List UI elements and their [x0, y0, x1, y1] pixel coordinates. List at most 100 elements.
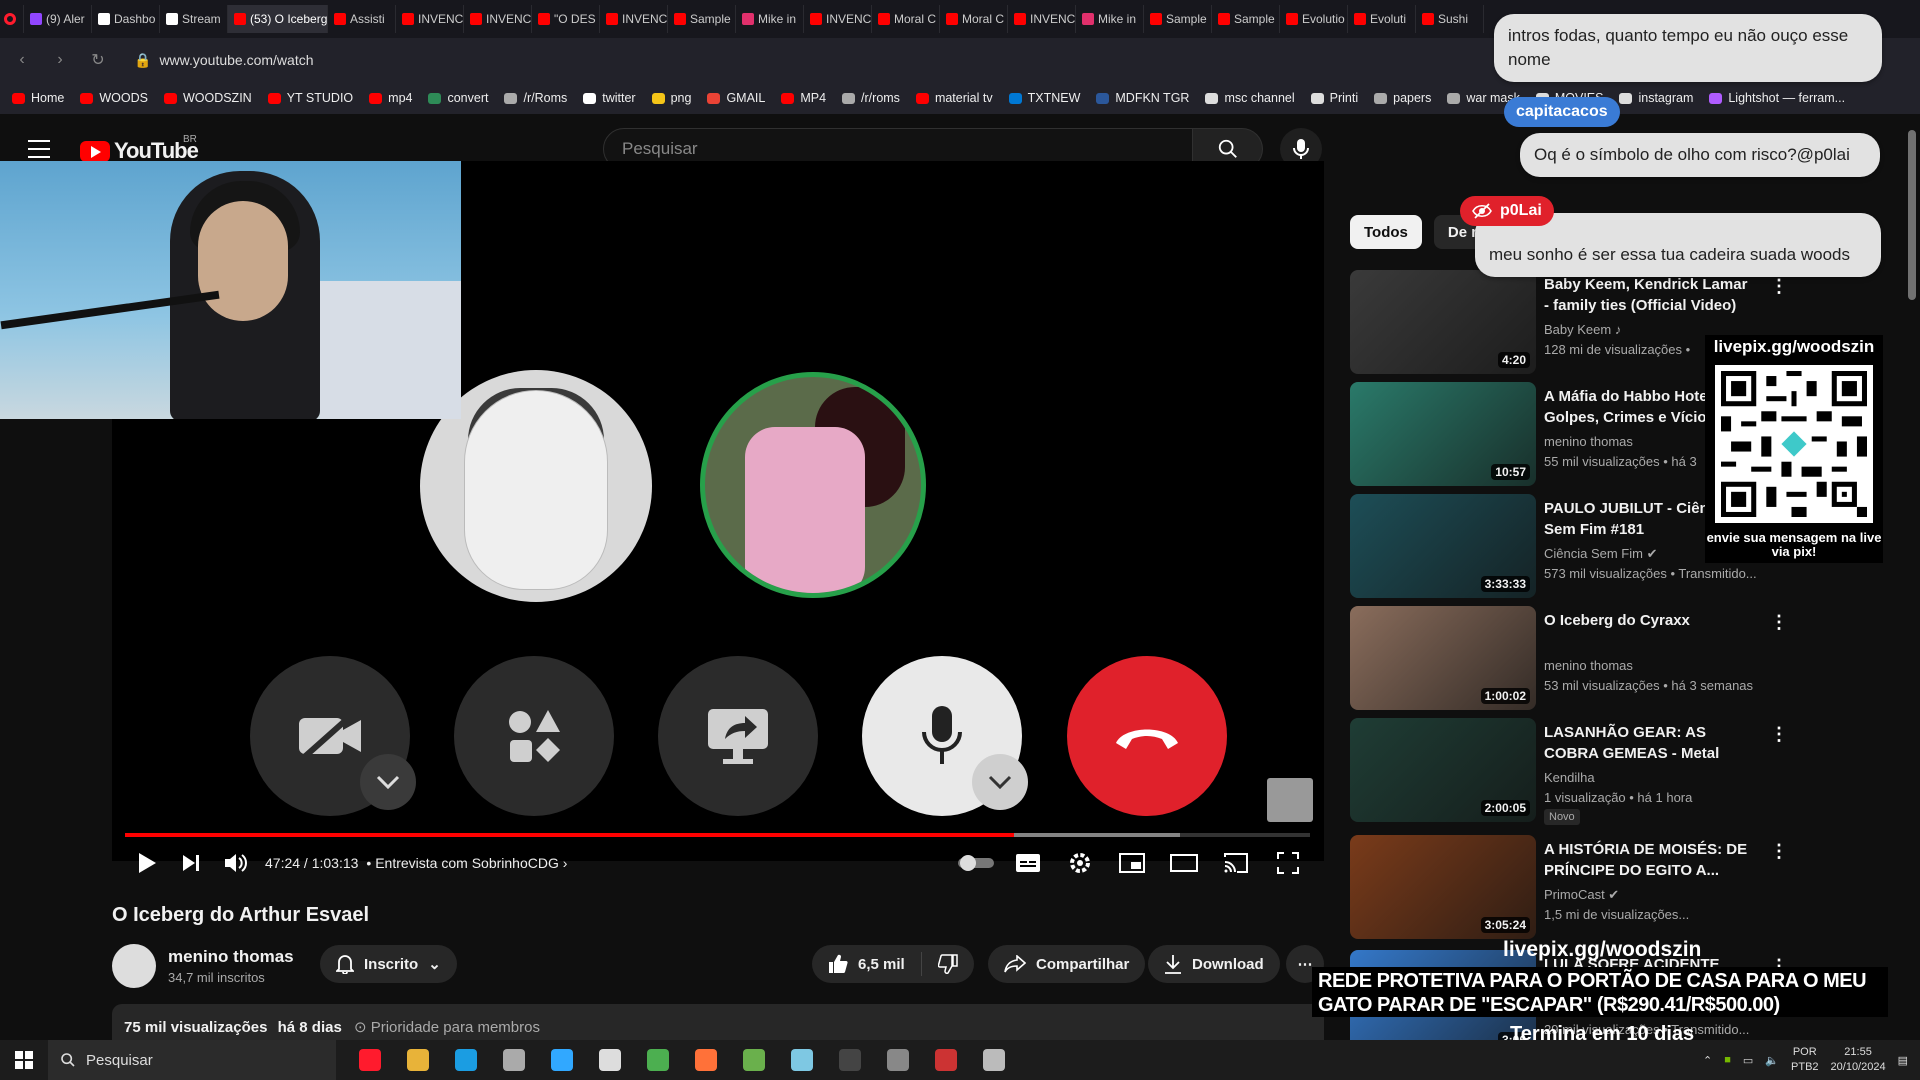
play-button[interactable]: [125, 845, 169, 881]
bookmark-item[interactable]: Home: [12, 91, 64, 105]
browser-tab[interactable]: Mike in: [736, 5, 804, 33]
recommendation-item[interactable]: 1:00:02 O Iceberg do Cyraxx menino thomas 5…: [1350, 606, 1890, 710]
theater-mode-button[interactable]: [1162, 845, 1206, 881]
browser-tab[interactable]: Sample: [668, 5, 736, 33]
start-button[interactable]: [0, 1040, 48, 1080]
bookmark-item[interactable]: papers: [1374, 91, 1431, 105]
taskbar-app-icon[interactable]: [538, 1040, 586, 1080]
next-button[interactable]: [169, 845, 213, 881]
browser-tab[interactable]: Moral C: [940, 5, 1008, 33]
bookmark-item[interactable]: mp4: [369, 91, 412, 105]
fullscreen-button[interactable]: [1266, 845, 1310, 881]
more-options-icon[interactable]: ⋮: [1770, 276, 1788, 297]
taskbar-app-icon[interactable]: [346, 1040, 394, 1080]
download-button[interactable]: Download: [1148, 945, 1280, 983]
video-thumbnail[interactable]: 2:00:05: [1350, 718, 1536, 822]
recommendation-channel[interactable]: PrimoCast ✔: [1544, 887, 1619, 903]
subtitles-button[interactable]: [1006, 845, 1050, 881]
taskbar-app-icon[interactable]: [586, 1040, 634, 1080]
chevron-up-icon[interactable]: ⌃: [1703, 1054, 1712, 1067]
bookmark-item[interactable]: /r/Roms: [504, 91, 567, 105]
recommendation-channel[interactable]: menino thomas: [1544, 434, 1633, 449]
clock[interactable]: 21:55 20/10/2024: [1831, 1045, 1886, 1075]
bookmark-item[interactable]: png: [651, 91, 691, 105]
bookmark-item[interactable]: instagram: [1619, 91, 1693, 105]
bookmark-item[interactable]: MP4: [781, 91, 826, 105]
taskbar-app-icon[interactable]: [874, 1040, 922, 1080]
more-options-icon[interactable]: ⋮: [1770, 724, 1788, 745]
subscribed-button[interactable]: Inscrito ⌄: [320, 945, 457, 983]
bookmark-item[interactable]: WOODS: [80, 91, 148, 105]
video-thumbnail[interactable]: 3:05:24: [1350, 835, 1536, 939]
video-thumbnail[interactable]: 4:20: [1350, 270, 1536, 374]
browser-tab[interactable]: Moral C: [872, 5, 940, 33]
hamburger-menu-icon[interactable]: [28, 140, 50, 158]
taskbar-app-icon[interactable]: [730, 1040, 778, 1080]
recommendation-title[interactable]: Baby Keem, Kendrick Lamar - family ties …: [1544, 274, 1754, 316]
taskbar-app-icon[interactable]: [442, 1040, 490, 1080]
video-thumbnail[interactable]: 1:00:02: [1350, 606, 1536, 710]
browser-tab[interactable]: Sample: [1212, 5, 1280, 33]
bookmark-item[interactable]: Lightshot — ferram...: [1709, 91, 1845, 105]
miniplayer-button[interactable]: [1110, 845, 1154, 881]
video-thumbnail[interactable]: 3:33:33: [1350, 494, 1536, 598]
bookmark-item[interactable]: YT STUDIO: [267, 91, 353, 105]
filter-chip[interactable]: Todos: [1350, 215, 1422, 249]
taskbar-app-icon[interactable]: [490, 1040, 538, 1080]
video-thumbnail[interactable]: 10:57: [1350, 382, 1536, 486]
browser-tab[interactable]: INVENC: [1008, 5, 1076, 33]
browser-tab[interactable]: (53) O Iceberg: [228, 5, 328, 33]
recommendation-title[interactable]: A HISTÓRIA DE MOISÉS: DE PRÍNCIPE DO EGI…: [1544, 839, 1754, 881]
volume-button[interactable]: [213, 845, 257, 881]
recommendation-channel[interactable]: Ciência Sem Fim ✔: [1544, 546, 1657, 562]
bookmark-item[interactable]: twitter: [583, 91, 636, 105]
browser-tab[interactable]: INVENC: [464, 5, 532, 33]
browser-tab[interactable]: Dashbo: [92, 5, 160, 33]
taskbar-app-icon[interactable]: [682, 1040, 730, 1080]
browser-tab[interactable]: Assisti: [328, 5, 396, 33]
speaker-icon[interactable]: 🔈: [1765, 1054, 1779, 1067]
page-scrollbar[interactable]: [1908, 130, 1916, 300]
taskbar-app-icon[interactable]: [778, 1040, 826, 1080]
taskbar-search[interactable]: Pesquisar: [48, 1040, 336, 1080]
recommendation-item[interactable]: 2:00:05 LASANHÃO GEAR: AS COBRA GEMEAS - …: [1350, 718, 1890, 825]
recommendation-title[interactable]: LASANHÃO GEAR: AS COBRA GEMEAS - Metal G…: [1544, 722, 1754, 766]
browser-tab[interactable]: Mike in: [1076, 5, 1144, 33]
taskbar-app-icon[interactable]: [394, 1040, 442, 1080]
browser-tab[interactable]: INVENC: [396, 5, 464, 33]
autoplay-toggle[interactable]: [954, 845, 998, 881]
more-options-icon[interactable]: ⋮: [1770, 612, 1788, 633]
channel-avatar[interactable]: [112, 944, 156, 988]
recommendation-channel[interactable]: Kendilha: [1544, 770, 1595, 785]
notification-icon[interactable]: ▤: [1898, 1054, 1908, 1067]
cast-button[interactable]: [1214, 845, 1258, 881]
nvidia-icon[interactable]: ■: [1724, 1054, 1731, 1066]
recommendation-title[interactable]: O Iceberg do Cyraxx: [1544, 610, 1754, 631]
reload-icon[interactable]: ↻: [86, 50, 110, 70]
opera-icon[interactable]: [0, 5, 24, 33]
taskbar-app-icon[interactable]: [922, 1040, 970, 1080]
channel-name[interactable]: menino thomas: [168, 947, 294, 967]
browser-tab[interactable]: Evolutio: [1280, 5, 1348, 33]
taskbar-app-icon[interactable]: [826, 1040, 874, 1080]
browser-tab[interactable]: INVENC: [804, 5, 872, 33]
recommendation-channel[interactable]: Baby Keem ♪: [1544, 322, 1621, 337]
url-field[interactable]: 🔒 www.youtube.com/watch: [134, 52, 314, 69]
chapter-button[interactable]: • Entrevista com SobrinhoCDG ›: [366, 855, 567, 871]
more-options-icon[interactable]: ⋮: [1770, 841, 1788, 862]
recommendation-item[interactable]: 3:05:24 A HISTÓRIA DE MOISÉS: DE PRÍNCIPE…: [1350, 835, 1890, 939]
like-button[interactable]: 6,5 mil: [812, 952, 922, 976]
bookmark-item[interactable]: /r/roms: [842, 91, 900, 105]
browser-tab[interactable]: (9) Aler: [24, 5, 92, 33]
bookmark-item[interactable]: MDFKN TGR: [1096, 91, 1189, 105]
bookmark-item[interactable]: Printi: [1310, 91, 1358, 105]
browser-tab[interactable]: Stream: [160, 5, 228, 33]
bookmark-item[interactable]: convert: [428, 91, 488, 105]
settings-button[interactable]: [1058, 845, 1102, 881]
share-button[interactable]: Compartilhar: [988, 945, 1146, 983]
dislike-button[interactable]: [922, 952, 974, 976]
browser-tab[interactable]: Sample: [1144, 5, 1212, 33]
video-progress-bar[interactable]: [125, 833, 1310, 837]
bookmark-item[interactable]: WOODSZIN: [163, 91, 252, 105]
taskbar-app-icon[interactable]: [634, 1040, 682, 1080]
